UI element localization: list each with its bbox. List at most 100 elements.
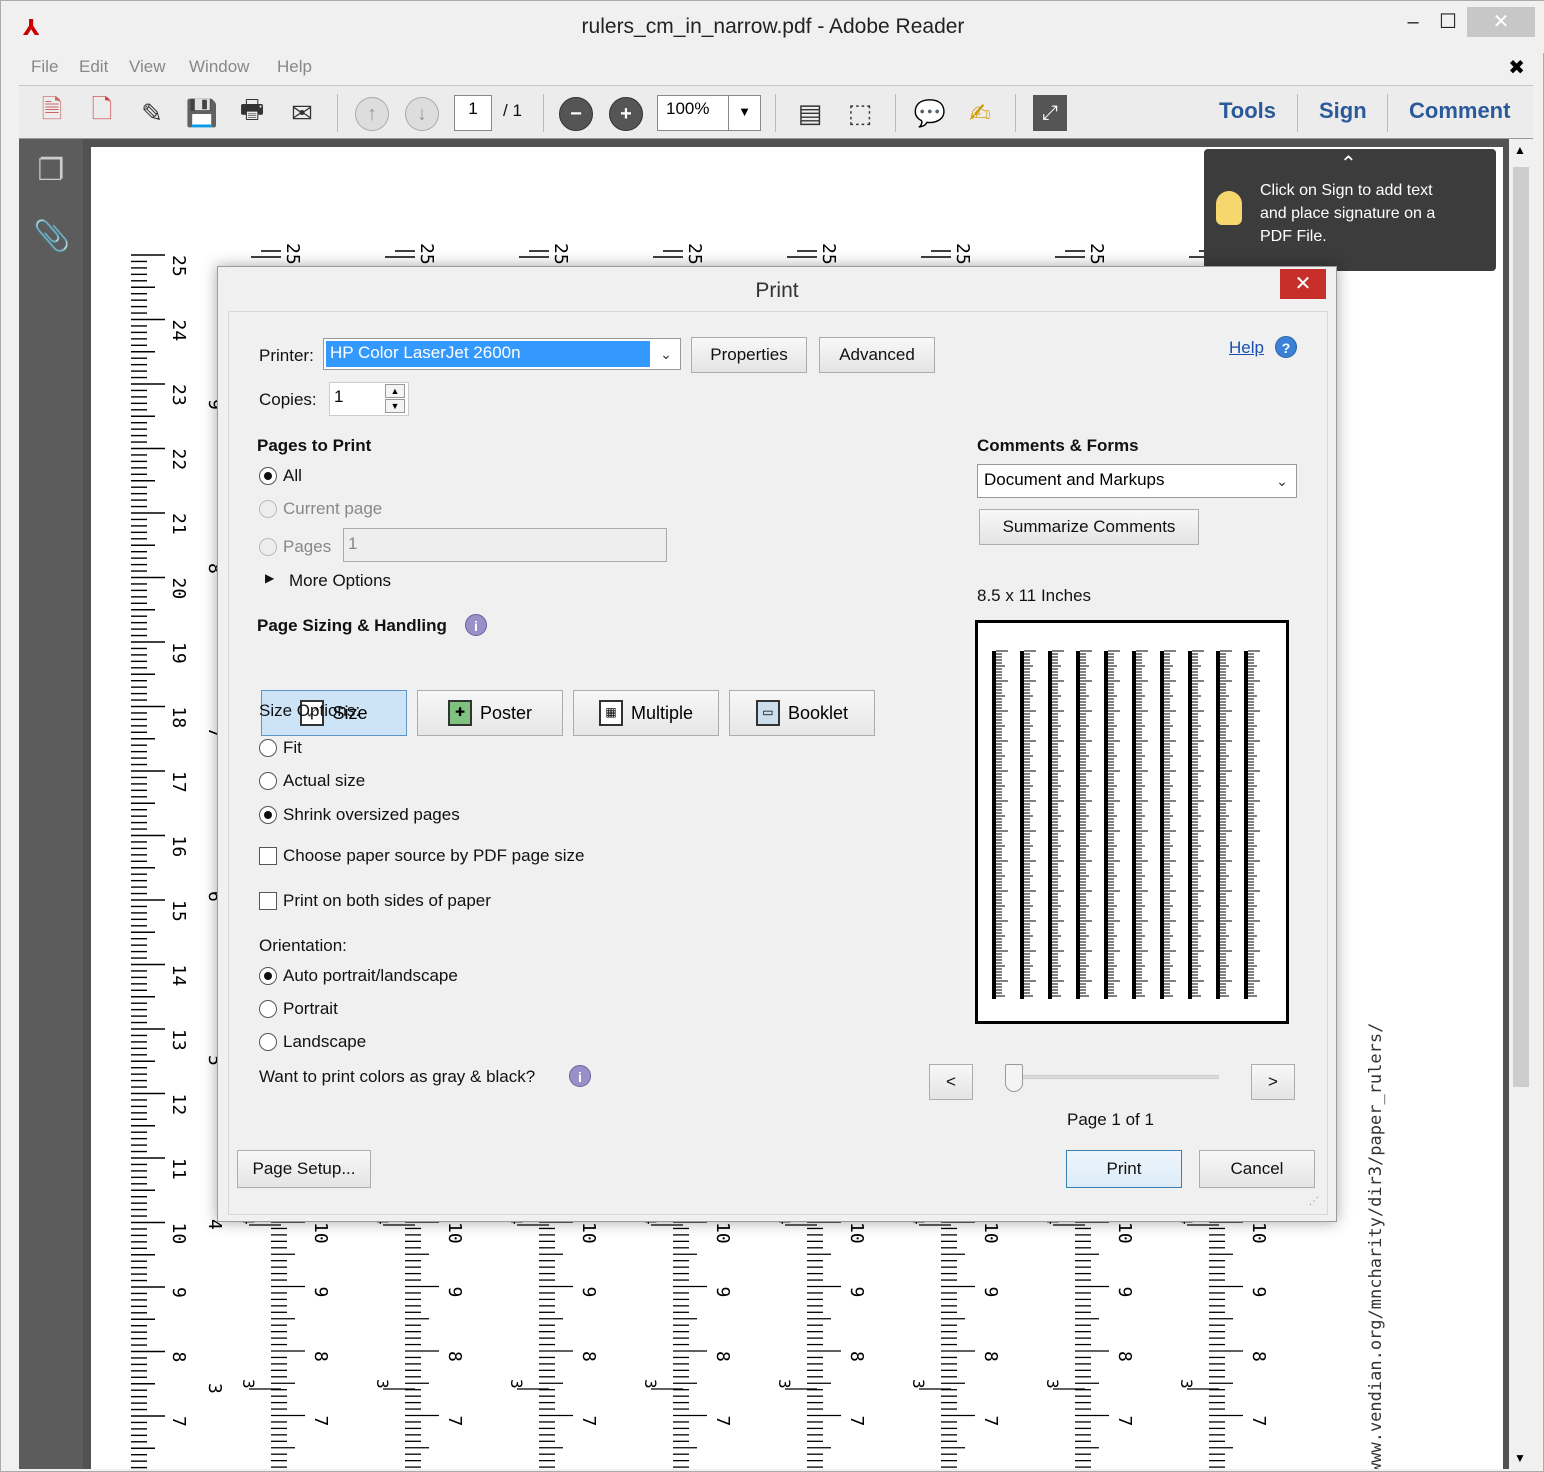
email-icon[interactable]: ✉: [285, 95, 319, 131]
info-icon[interactable]: i: [465, 614, 487, 636]
column-cm-label: 7: [310, 1416, 331, 1427]
menu-view[interactable]: View: [129, 57, 166, 77]
vertical-scrollbar[interactable]: ▲ ▼: [1509, 139, 1533, 1469]
menu-file[interactable]: File: [31, 57, 58, 77]
comment-pane-button[interactable]: Comment: [1409, 98, 1510, 124]
column-cm-label: 10: [1248, 1222, 1269, 1244]
ruler-cm-label: 8: [168, 1352, 189, 1363]
fit-width-icon[interactable]: ⬚: [843, 95, 877, 131]
preview-mark: [1048, 651, 1052, 999]
paper-source-checkbox[interactable]: [259, 847, 277, 865]
pages-range-value: 1: [348, 534, 358, 553]
scrollbar-thumb[interactable]: [1513, 167, 1529, 1087]
page-setup-button[interactable]: Page Setup...: [237, 1150, 371, 1188]
more-options-toggle[interactable]: More Options: [289, 571, 391, 591]
summarize-comments-button[interactable]: Summarize Comments: [979, 509, 1199, 545]
radio-fit[interactable]: [259, 739, 277, 757]
dialog-close-button[interactable]: ✕: [1280, 269, 1326, 299]
export-pdf-icon[interactable]: 🗋: [85, 94, 119, 131]
chevron-down-icon[interactable]: ▼: [728, 96, 760, 130]
menu-bar: File Edit View Window Help ✖: [19, 53, 1535, 83]
menu-edit[interactable]: Edit: [79, 57, 108, 77]
copies-up-icon[interactable]: ▲: [385, 384, 405, 398]
previous-page-icon[interactable]: ↑: [355, 97, 389, 131]
page-thumbnails-icon[interactable]: ❐: [33, 153, 69, 189]
column-cm-label: 9: [846, 1287, 867, 1298]
booklet-tab[interactable]: ▭ Booklet: [729, 690, 875, 736]
comments-forms-value: Document and Markups: [984, 470, 1165, 489]
collapse-chevron-icon[interactable]: ⌃: [1340, 153, 1357, 176]
print-button[interactable]: Print: [1066, 1150, 1182, 1188]
cancel-button[interactable]: Cancel: [1199, 1150, 1315, 1188]
column-cm-label: 10: [1114, 1222, 1135, 1244]
preview-slider-track[interactable]: [1009, 1075, 1219, 1079]
edit-pdf-icon[interactable]: ✎: [135, 95, 169, 131]
radio-pages[interactable]: [259, 538, 277, 556]
scroll-down-icon[interactable]: ▼: [1514, 1451, 1526, 1465]
help-link[interactable]: Help: [1229, 338, 1264, 358]
preview-slider-thumb[interactable]: [1005, 1064, 1023, 1092]
next-page-icon[interactable]: ↓: [405, 97, 439, 131]
ruler-cm-label: 13: [168, 1029, 189, 1051]
actual-size-label: Actual size: [283, 771, 366, 790]
resize-grip-icon[interactable]: ⋰: [1309, 1196, 1319, 1207]
zoom-select[interactable]: 100% ▼: [657, 95, 761, 131]
zoom-out-icon[interactable]: −: [559, 97, 593, 131]
previous-preview-button[interactable]: <: [929, 1064, 973, 1100]
advanced-button[interactable]: Advanced: [819, 337, 935, 373]
close-window-button[interactable]: ✕: [1467, 7, 1535, 37]
printer-select[interactable]: HP Color LaserJet 2600n ⌄: [323, 338, 681, 370]
attachments-icon[interactable]: 📎: [33, 219, 70, 255]
zoom-in-icon[interactable]: +: [609, 97, 643, 131]
close-document-icon[interactable]: ✖: [1508, 55, 1525, 80]
column-cm-label: 8: [444, 1351, 465, 1362]
menu-help[interactable]: Help: [277, 57, 312, 77]
fit-page-icon[interactable]: ▤: [793, 95, 827, 131]
radio-actual-size[interactable]: [259, 772, 277, 790]
column-cm-label: 9: [1248, 1287, 1269, 1298]
ruler-cm-label: 23: [168, 384, 189, 406]
radio-portrait[interactable]: [259, 1000, 277, 1018]
multiple-tab[interactable]: ▦ Multiple: [573, 690, 719, 736]
both-sides-checkbox[interactable]: [259, 892, 277, 910]
comment-bubble-icon[interactable]: 💬: [913, 95, 947, 131]
info-icon[interactable]: i: [569, 1065, 591, 1087]
chevron-down-icon[interactable]: ⌄: [1268, 465, 1296, 497]
comments-forms-select[interactable]: Document and Markups ⌄: [977, 464, 1297, 498]
pages-range-input[interactable]: 1: [343, 528, 667, 562]
column-cm-label: 7: [1114, 1416, 1135, 1427]
column-top-label: 25: [416, 243, 437, 265]
full-screen-icon[interactable]: ⤢: [1033, 95, 1067, 131]
minimize-button[interactable]: –: [1393, 7, 1433, 39]
page-number-input[interactable]: 1: [454, 95, 492, 131]
poster-tab[interactable]: ✚ Poster: [417, 690, 563, 736]
column-inch-label: 3: [1043, 1379, 1062, 1389]
radio-all[interactable]: [259, 467, 277, 485]
radio-current-page[interactable]: [259, 500, 277, 518]
column-top-label: 25: [952, 243, 973, 265]
chevron-down-icon[interactable]: ⌄: [652, 339, 680, 369]
radio-shrink-oversized[interactable]: [259, 806, 277, 824]
column-cm-label: 7: [1248, 1416, 1269, 1427]
maximize-button[interactable]: ☐: [1433, 7, 1463, 39]
sign-pane-button[interactable]: Sign: [1319, 98, 1367, 124]
scroll-up-icon[interactable]: ▲: [1514, 143, 1526, 157]
gray-black-question: Want to print colors as gray & black?: [259, 1067, 536, 1086]
ruler-cm-label: 14: [168, 965, 189, 987]
save-icon[interactable]: 💾: [185, 95, 219, 131]
menu-window[interactable]: Window: [189, 57, 249, 77]
next-preview-button[interactable]: >: [1251, 1064, 1295, 1100]
help-icon[interactable]: ?: [1275, 336, 1297, 358]
create-pdf-icon[interactable]: 🗎: [35, 94, 69, 131]
toolbar: 🗎 🗋 ✎ 💾 🖶 ✉ ↑ ↓ 1 / 1 − + 100% ▼ ▤ ⬚ 💬 ✍…: [19, 85, 1533, 139]
column-top-label: 25: [282, 243, 303, 265]
copies-down-icon[interactable]: ▼: [385, 399, 405, 413]
properties-button[interactable]: Properties: [691, 337, 807, 373]
radio-auto-orientation[interactable]: [259, 967, 277, 985]
tools-pane-button[interactable]: Tools: [1219, 98, 1276, 124]
column-cm-label: 10: [578, 1222, 599, 1244]
expand-triangle-icon[interactable]: ▶: [265, 571, 274, 585]
print-icon[interactable]: 🖶: [235, 94, 269, 131]
radio-landscape[interactable]: [259, 1033, 277, 1051]
highlight-icon[interactable]: ✍: [963, 95, 997, 131]
